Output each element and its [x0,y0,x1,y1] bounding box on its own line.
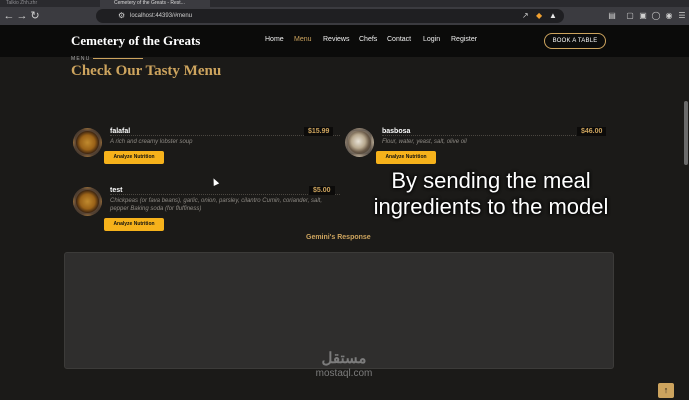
dish-description: Flour, water, yeast, salt, olive oil [382,139,467,145]
dish-name: basbosa [382,128,414,135]
analyze-nutrition-button[interactable]: Analyze Nutrition [104,218,164,231]
forward-icon[interactable]: → [15,9,29,23]
nav-register[interactable]: Register [451,36,477,43]
analyze-nutrition-button[interactable]: Analyze Nutrition [376,151,436,164]
dish-price: $46.00 [577,127,607,136]
reader-icon[interactable]: ▣ [637,10,649,22]
dish-image-test [73,187,102,216]
browser-tab-active[interactable]: Cemetery of the Greats - Rest... [100,0,210,7]
wallet-icon[interactable]: ◉ [663,10,675,22]
brave-shield-icon[interactable]: ◆ [536,9,542,23]
nav-home[interactable]: Home [265,36,284,43]
address-bar[interactable]: ⚙ localhost:44393/#menu ↗ ◆ ▲ [96,9,564,23]
nav-reviews[interactable]: Reviews [323,36,349,43]
book-table-button[interactable]: BOOK A TABLE [544,33,606,49]
dish-description: Chickpeas (or fava beans), garlic, onion… [110,198,322,212]
menu-icon[interactable]: ☰ [676,10,688,22]
watermark: مستقل mostaql.com [296,350,392,380]
nav-login[interactable]: Login [423,36,440,43]
dish-name: test [110,187,126,194]
section-title: Check Our Tasty Menu [71,63,222,79]
dish-image-basbosa [345,128,374,157]
browser-toolbar: ← → ↻ ☐ ⚙ localhost:44393/#menu ↗ ◆ ▲ ▤ … [0,7,689,25]
section-subtitle: MENU [71,56,91,62]
watermark-latin: mostaql.com [315,368,373,379]
reload-icon[interactable]: ↻ [28,9,42,23]
mouse-cursor-icon [210,177,220,186]
arrow-up-icon: ↑ [663,385,669,395]
nav-chefs[interactable]: Chefs [359,36,377,43]
dish-description: A rich and creamy lobster soup [110,139,193,145]
browser-tab[interactable]: Talkio Zhh.zhr [6,0,91,7]
back-icon[interactable]: ← [2,9,16,23]
scrollbar-thumb[interactable] [684,101,688,165]
subtitle-underline [93,58,143,59]
dish-divider [110,194,340,195]
dish-price: $5.00 [309,186,335,195]
rewards-icon[interactable]: ▲ [549,9,557,23]
page-scrollbar[interactable] [682,57,689,400]
caption-overlay: By sending the meal ingredients to the m… [373,168,609,219]
dish-divider [382,135,606,136]
share-icon[interactable]: ↗ [522,9,529,23]
sidebar-icon[interactable]: ▢ [624,10,636,22]
vpn-icon[interactable]: ◯ [650,10,662,22]
extensions-icon[interactable]: ▤ [606,10,618,22]
nav-menu[interactable]: Menu [294,36,312,43]
browser-tab-strip: Talkio Zhh.zhr Cemetery of the Greats - … [0,0,689,7]
analyze-nutrition-button[interactable]: Analyze Nutrition [104,151,164,164]
address-url[interactable]: localhost:44393/#menu [130,9,192,23]
watermark-arabic: مستقل [321,350,367,367]
response-title: Gemini's Response [306,234,371,241]
site-logo[interactable]: Cemetery of the Greats [71,33,200,49]
dish-name: falafal [110,128,134,135]
site-info-icon[interactable]: ⚙ [118,9,125,23]
nav-contact[interactable]: Contact [387,36,411,43]
back-to-top-button[interactable]: ↑ [658,383,674,398]
site-header: Cemetery of the Greats Home Menu Reviews… [0,25,689,57]
dish-price: $15.99 [304,127,334,136]
dish-image-falafal [73,128,102,157]
